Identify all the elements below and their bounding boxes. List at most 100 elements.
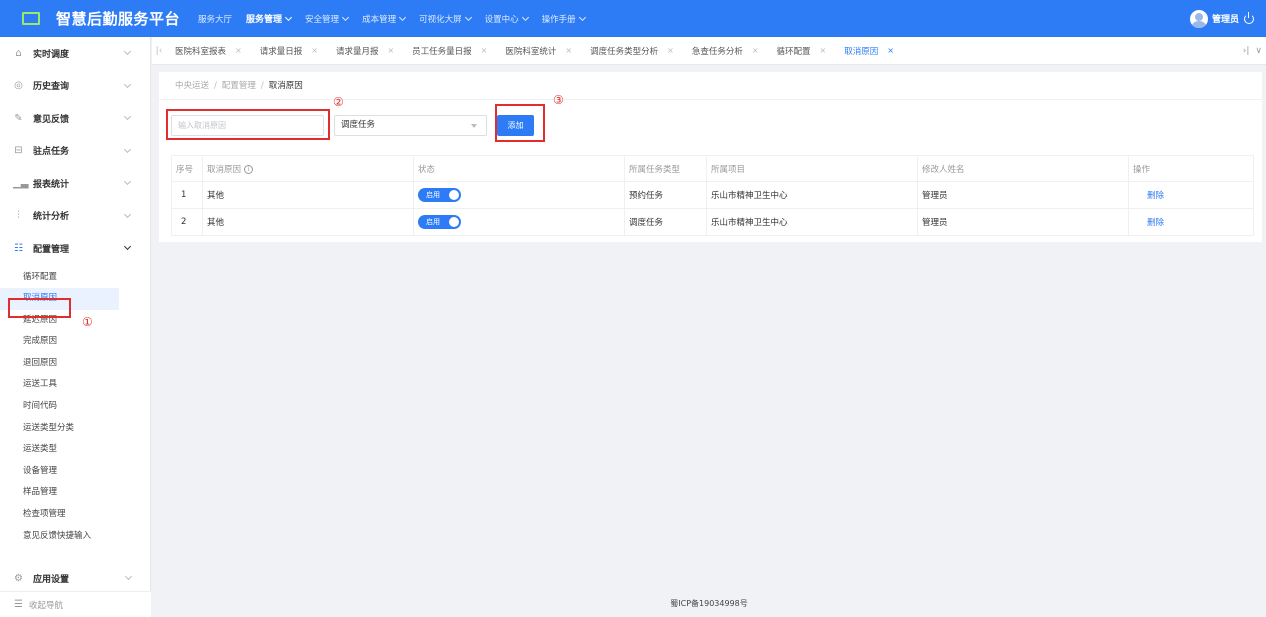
sidebar-subitem-check-item[interactable]: 检查项管理 [0,504,119,526]
tabs-nav-right: ›| ∨ [1237,37,1262,65]
close-icon[interactable]: × [887,46,894,55]
sidebar-subitem-time-code[interactable]: 时间代码 [0,396,119,418]
sidebar-subitem-return-reason[interactable]: 退回原因 [0,353,119,375]
chevron-down-icon [578,13,586,21]
sidebar-item-realtime-dispatch[interactable]: ⌂ 实时调度 [0,37,150,70]
user-name: 管理员 [1211,15,1239,25]
close-icon[interactable]: × [311,46,318,55]
sidebar-item-history[interactable]: ◎ 历史查询 [0,70,150,103]
close-icon[interactable]: × [752,46,759,55]
sidebar-item-feedback[interactable]: ✎ 意见反馈 [0,102,150,135]
logo-icon [22,12,40,25]
sidebar-subitem-loop-config[interactable]: 循环配置 [0,267,119,289]
breadcrumb-current: 取消原因 [268,81,303,91]
chevron-down-icon [123,47,132,56]
divider [159,99,1262,100]
chevron-down-icon [285,13,293,21]
breadcrumb-item[interactable]: 中央运送 [175,81,209,91]
annotation-box-1 [8,298,71,318]
breadcrumb-item[interactable]: 配置管理 [222,81,256,91]
chevron-down-icon [342,13,350,21]
tabs-scroll-right-icon[interactable]: ›| [1243,46,1250,56]
topnav-manual[interactable]: 操作手册 [542,13,586,25]
collapse-nav-button[interactable]: ☰ 收起导航 [0,591,151,617]
sidebar: ⌂ 实时调度 ◎ 历史查询 ✎ 意见反馈 ⊟ 驻点任务 ▁▃ 报表统计 ⫶ 统计… [0,37,151,617]
cell-modifier: 管理员 [917,208,1129,236]
cancel-reason-table: 序号 取消原因 i 状态 所属任务类型 所属项目 修改人姓名 操作 1 其他 启用… [171,155,1254,236]
sidebar-subitem-sample[interactable]: 样品管理 [0,482,119,504]
avatar [1189,9,1208,28]
sidebar-subitem-device[interactable]: 设备管理 [0,461,119,483]
dropdown-arrow-icon [471,124,477,128]
feedback-icon: ✎ [14,112,23,124]
breadcrumb: 中央运送 / 配置管理 / 取消原因 [175,81,303,91]
close-icon[interactable]: × [481,46,488,55]
tab-dept-report[interactable]: 医院科室报表 × [166,37,251,65]
chevron-down-icon [521,13,529,21]
sidebar-subitem-transport-type[interactable]: 运送类型 [0,439,119,461]
logout-icon[interactable] [1244,11,1254,24]
user-menu[interactable]: 管理员 [1189,0,1254,37]
sidebar-subitem-transport-tool[interactable]: 运送工具 [0,374,119,396]
cell-project: 乐山市精神卫生中心 [706,208,918,236]
topnav-cost-management[interactable]: 成本管理 [362,13,407,25]
status-toggle[interactable]: 启用 [418,188,461,202]
status-toggle[interactable]: 启用 [418,215,461,229]
sidebar-subitem-feedback-shortcut[interactable]: 意见反馈快捷输入 [0,526,119,548]
tab-dept-stats[interactable]: 医院科室统计 × [496,37,581,65]
close-icon[interactable]: × [820,46,827,55]
sidebar-item-app-settings[interactable]: ⚙ 应用设置 [0,565,151,591]
sidebar-subitem-transport-category[interactable]: 运送类型分类 [0,418,119,440]
col-index: 序号 [171,155,203,182]
analysis-icon: ⫶ [17,210,20,222]
tab-monthly-requests[interactable]: 请求量月报 × [327,37,403,65]
tab-cancel-reason[interactable]: 取消原因 × [835,37,903,65]
topnav-service-management[interactable]: 服务管理 [246,12,293,25]
table-row: 1 其他 启用 预约任务 乐山市精神卫生中心 管理员 删除 [171,181,1254,209]
cell-index: 1 [171,181,203,209]
delete-link[interactable]: 删除 [1133,191,1164,201]
cell-action: 删除 [1128,181,1254,209]
sidebar-item-analysis[interactable]: ⫶ 统计分析 [0,200,150,233]
annotation-box-3 [495,104,545,142]
chevron-down-icon [123,210,132,218]
tab-urgent-analysis[interactable]: 急查任务分析 × [683,37,768,65]
col-task-type: 所属任务类型 [624,155,707,182]
app-title: 智慧后勤服务平台 [56,10,181,28]
cell-status: 启用 [413,181,625,209]
task-icon: ⊟ [14,145,23,157]
task-type-select[interactable]: 调度任务 [334,115,487,136]
col-reason: 取消原因 i [202,155,414,182]
tabs-scroll-left-icon[interactable]: |‹ [152,46,166,56]
topnav-settings-center[interactable]: 设置中心 [485,13,529,25]
close-icon[interactable]: × [667,46,674,55]
gear-icon: ⚙ [14,572,23,584]
chevron-down-icon [123,112,132,121]
topnav-safety-management[interactable]: 安全管理 [305,13,350,25]
delete-link[interactable]: 删除 [1133,218,1164,228]
sidebar-item-config[interactable]: ☷ 配置管理 [0,232,150,265]
chevron-down-icon[interactable]: ∨ [1255,46,1262,56]
cell-index: 2 [171,208,203,236]
annotation-number-1: ① [82,315,93,329]
chevron-down-icon [123,177,132,186]
close-icon[interactable]: × [387,46,394,55]
tab-dispatch-type-analysis[interactable]: 调度任务类型分析 × [581,37,683,65]
home-icon: ⌂ [15,47,22,59]
topnav-visual-screen[interactable]: 可视化大屏 [419,13,472,25]
table-row: 2 其他 启用 调度任务 乐山市精神卫生中心 管理员 删除 [171,208,1254,236]
tab-loop-config[interactable]: 循环配置 × [768,37,836,65]
chevron-down-icon [124,572,133,581]
tab-staff-daily[interactable]: 员工任务量日报 × [403,37,496,65]
info-icon[interactable]: i [244,164,254,174]
sidebar-subitem-complete-reason[interactable]: 完成原因 [0,331,119,353]
chevron-down-icon [123,242,132,251]
close-icon[interactable]: × [235,46,242,55]
tab-daily-requests[interactable]: 请求量日报 × [251,37,327,65]
top-nav: 服务大厅 服务管理 安全管理 成本管理 可视化大屏 设置中心 操作手册 [198,0,599,37]
sidebar-item-report[interactable]: ▁▃ 报表统计 [0,167,150,200]
cell-reason: 其他 [202,181,414,209]
sidebar-item-station-task[interactable]: ⊟ 驻点任务 [0,135,150,168]
close-icon[interactable]: × [565,46,572,55]
topnav-service-hall[interactable]: 服务大厅 [198,13,232,25]
